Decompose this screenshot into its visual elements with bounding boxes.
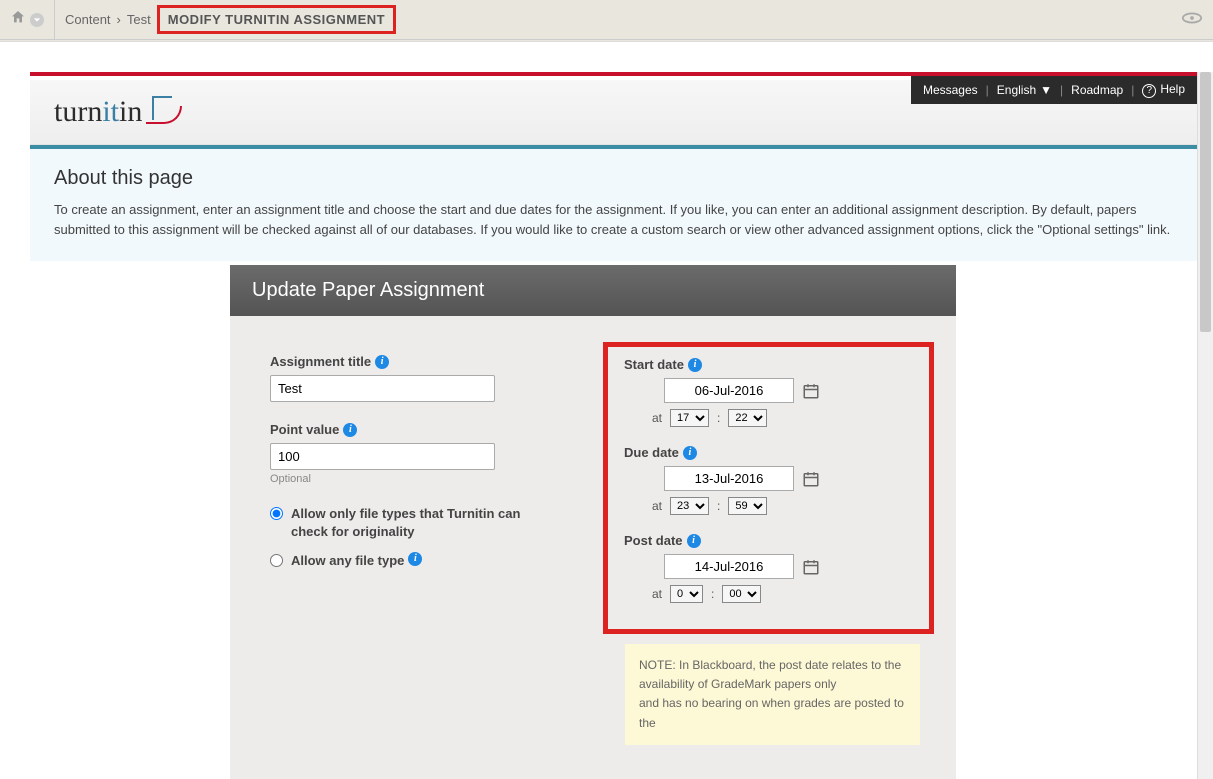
due-hour-select[interactable]: 23 (670, 497, 709, 515)
scrollbar-thumb[interactable] (1200, 72, 1211, 332)
about-body: To create an assignment, enter an assign… (54, 200, 1173, 239)
radio-any[interactable] (270, 554, 283, 567)
due-date-section: Due date i at 23 (624, 445, 913, 515)
messages-link[interactable]: Messages (923, 83, 978, 97)
due-min-select[interactable]: 59 (728, 497, 767, 515)
point-value-input[interactable] (270, 443, 495, 470)
help-icon: ? (1142, 84, 1156, 98)
post-time-row: at 0 : 00 (624, 585, 913, 603)
post-date-input[interactable] (664, 554, 794, 579)
calendar-icon[interactable] (802, 382, 820, 400)
due-date-label: Due date i (624, 445, 913, 460)
breadcrumb-current: MODIFY TURNITIN ASSIGNMENT (157, 5, 396, 34)
info-icon[interactable]: i (687, 534, 701, 548)
info-icon[interactable]: i (375, 355, 389, 369)
due-time-row: at 23 : 59 (624, 497, 913, 515)
page-wrap: Messages | English ▼ | Roadmap | ?Help t… (0, 41, 1213, 779)
start-date-input[interactable] (664, 378, 794, 403)
breadcrumb-test[interactable]: Test (127, 12, 151, 27)
info-icon[interactable]: i (683, 446, 697, 460)
dates-highlight-box: Start date i at 17 (603, 342, 934, 634)
radio-only-row: Allow only file types that Turnitin can … (270, 505, 573, 540)
form-body: Assignment title i Point value i Optiona… (230, 316, 956, 779)
radio-any-row: Allow any file type i (270, 552, 573, 570)
roadmap-link[interactable]: Roadmap (1071, 83, 1123, 97)
calendar-icon[interactable] (802, 470, 820, 488)
post-hour-select[interactable]: 0 (670, 585, 703, 603)
assignment-title-group: Assignment title i (270, 354, 573, 402)
due-date-input[interactable] (664, 466, 794, 491)
info-icon[interactable]: i (343, 423, 357, 437)
radio-any-label[interactable]: Allow any file type i (291, 552, 422, 570)
logo-swoosh-icon (146, 94, 182, 130)
point-value-helper: Optional (270, 473, 573, 485)
assignment-title-label: Assignment title i (270, 354, 573, 369)
start-date-section: Start date i at 17 (624, 357, 913, 427)
start-min-select[interactable]: 22 (728, 409, 767, 427)
utility-bar: Messages | English ▼ | Roadmap | ?Help (911, 76, 1197, 104)
start-hour-select[interactable]: 17 (670, 409, 709, 427)
breadcrumb-content[interactable]: Content (65, 12, 111, 27)
about-heading: About this page (54, 167, 1173, 190)
start-time-row: at 17 : 22 (624, 409, 913, 427)
scrollbar[interactable] (1197, 72, 1213, 779)
home-icon[interactable] (10, 9, 26, 30)
form-panel: Update Paper Assignment Assignment title… (230, 265, 956, 779)
info-icon[interactable]: i (688, 358, 702, 372)
content-area: Messages | English ▼ | Roadmap | ?Help t… (30, 72, 1197, 779)
post-min-select[interactable]: 00 (722, 585, 761, 603)
post-date-section: Post date i at 0 (624, 533, 913, 603)
note-box: NOTE: In Blackboard, the post date relat… (625, 644, 920, 745)
assignment-title-input[interactable] (270, 375, 495, 402)
calendar-icon[interactable] (802, 558, 820, 576)
radio-only[interactable] (270, 507, 283, 520)
about-panel: About this page To create an assignment,… (30, 149, 1197, 261)
language-label: English (997, 83, 1036, 97)
form-header: Update Paper Assignment (230, 265, 956, 316)
nav-icons (0, 0, 55, 39)
radio-only-label[interactable]: Allow only file types that Turnitin can … (291, 505, 531, 540)
start-date-label: Start date i (624, 357, 913, 372)
post-date-label: Post date i (624, 533, 913, 548)
language-dropdown[interactable]: English ▼ (997, 83, 1052, 97)
dropdown-icon[interactable] (30, 13, 44, 27)
sync-icon[interactable] (1181, 9, 1203, 30)
top-nav: Content › Test MODIFY TURNITIN ASSIGNMEN… (0, 0, 1213, 40)
form-left-col: Assignment title i Point value i Optiona… (270, 354, 573, 745)
breadcrumb-sep: › (117, 12, 121, 27)
point-value-label: Point value i (270, 422, 573, 437)
form-right-col: Start date i at 17 (613, 354, 916, 745)
help-link[interactable]: ?Help (1142, 82, 1185, 98)
breadcrumb: Content › Test MODIFY TURNITIN ASSIGNMEN… (55, 5, 406, 34)
info-icon[interactable]: i (408, 552, 422, 566)
point-value-group: Point value i Optional (270, 422, 573, 485)
turnitin-logo: turnitin (54, 94, 182, 130)
chevron-down-icon: ▼ (1040, 83, 1052, 97)
